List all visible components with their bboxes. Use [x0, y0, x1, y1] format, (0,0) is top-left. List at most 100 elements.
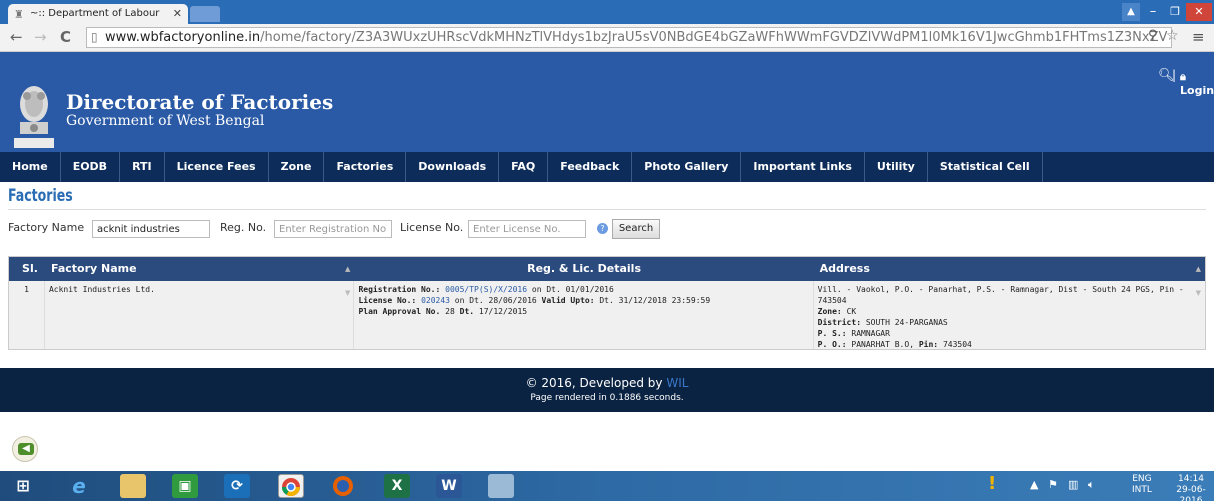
- browser-tab[interactable]: ♜ ~:: Department of Labour ✕: [8, 4, 188, 24]
- network-icon[interactable]: ▥: [1068, 478, 1078, 491]
- license-no-label: License No.: [400, 221, 464, 234]
- search-button[interactable]: Search: [612, 219, 660, 239]
- window-close-icon[interactable]: ✕: [1186, 3, 1212, 21]
- ps-line: P. S.: RAMNAGAR: [818, 328, 1201, 339]
- column-header-factory-name[interactable]: Factory Name ▲ ▼: [45, 257, 354, 297]
- clock[interactable]: 14:14 29-06-2016: [1168, 474, 1214, 501]
- license-link[interactable]: 020243: [421, 296, 450, 305]
- back-arrow-icon[interactable]: ←: [10, 28, 23, 46]
- district-label: District:: [817, 318, 862, 327]
- ps-value: RAMNAGAR: [851, 329, 890, 338]
- flag-icon[interactable]: ⚑: [1048, 478, 1058, 491]
- table-header: Sl. Factory Name ▲ ▼ Reg. & Lic. Details A…: [9, 257, 1205, 297]
- plan-no: 28: [445, 307, 455, 316]
- tray-arrow-icon[interactable]: ▲: [1030, 478, 1038, 491]
- lang-top: ENG: [1132, 474, 1152, 484]
- site-header: Directorate of Factories Government of W…: [0, 52, 1214, 152]
- nav-item-factories[interactable]: Factories: [324, 152, 407, 182]
- url-path: /home/factory/Z3A3WUxzUHRscVdkMHNzTlVHdy…: [260, 30, 1168, 45]
- plan-label: Plan Approval No.: [358, 307, 441, 316]
- zoom-icon[interactable]: ⚲: [1148, 28, 1158, 43]
- site-footer: © 2016, Developed by WIL Page rendered i…: [0, 368, 1214, 412]
- column-header-sl[interactable]: Sl.: [9, 257, 45, 281]
- minimize-icon[interactable]: –: [1142, 3, 1164, 21]
- table-row: 1 Acknit Industries Ltd. Registration No…: [9, 281, 1205, 349]
- license-line: License No.: 020243 on Dt. 28/06/2016 Va…: [358, 295, 808, 306]
- valid-date: 31/12/2018 23:59:59: [618, 296, 711, 305]
- volume-icon[interactable]: 🔈︎: [1088, 478, 1095, 492]
- registration-line: Registration No.: 0005/TP(S)/X/2016 on D…: [358, 284, 808, 295]
- user-icon[interactable]: ▲: [1122, 3, 1140, 21]
- language-indicator[interactable]: ENG INTL: [1132, 474, 1152, 496]
- reg-date: 01/01/2016: [565, 285, 614, 294]
- url-host: www.wbfactoryonline.in: [105, 30, 261, 45]
- close-tab-icon[interactable]: ✕: [173, 7, 182, 20]
- file-explorer-icon[interactable]: [120, 474, 146, 498]
- app-icon[interactable]: ⟳: [224, 474, 250, 498]
- nav-item-rti[interactable]: RTI: [120, 152, 165, 182]
- valid-dt-label: Dt.: [599, 296, 614, 305]
- column-label: Address: [819, 262, 870, 275]
- internet-explorer-icon[interactable]: e: [66, 474, 92, 498]
- reload-icon[interactable]: C: [60, 28, 71, 46]
- nav-item-licence-fees[interactable]: Licence Fees: [165, 152, 269, 182]
- nav-item-home[interactable]: Home: [0, 152, 61, 182]
- chrome-icon[interactable]: [278, 474, 304, 498]
- column-header-address[interactable]: Address ▲ ▼: [814, 257, 1205, 297]
- taskbar: ⊞ e ▣ ⟳ X W ! ▲ ⚑ ▥ 🔈︎ ENG INTL 14:14 29-0…: [0, 471, 1214, 501]
- column-header-reg-lic[interactable]: Reg. & Lic. Details: [354, 257, 813, 281]
- bookmark-star-icon[interactable]: ☆: [1166, 28, 1179, 44]
- pin-label: Pin:: [918, 340, 939, 349]
- state-emblem-icon: [14, 86, 54, 148]
- word-icon[interactable]: W: [436, 474, 462, 498]
- cell-reg-lic: Registration No.: 0005/TP(S)/X/2016 on D…: [354, 281, 814, 349]
- nav-item-important-links[interactable]: Important Links: [741, 152, 865, 182]
- nav-item-downloads[interactable]: Downloads: [406, 152, 500, 182]
- po-label: P. O.:: [817, 340, 847, 349]
- ps-label: P. S.:: [817, 329, 847, 338]
- po-value: PANARHAT B.O,: [851, 340, 915, 349]
- login-label: Login: [1180, 84, 1214, 97]
- help-icon[interactable]: ?: [597, 223, 608, 234]
- nav-item-utility[interactable]: Utility: [865, 152, 928, 182]
- plan-dt-label: Dt.: [459, 307, 475, 316]
- nav-item-faq[interactable]: FAQ: [499, 152, 549, 182]
- registration-link[interactable]: 0005/TP(S)/X/2016: [445, 285, 527, 294]
- nav-item-feedback[interactable]: Feedback: [548, 152, 633, 182]
- excel-icon[interactable]: X: [384, 474, 410, 498]
- column-label: Reg. & Lic. Details: [527, 262, 641, 275]
- sort-icon: ▲ ▼: [1195, 265, 1201, 297]
- forward-arrow-icon[interactable]: →: [34, 28, 47, 46]
- url-input[interactable]: ▯ www.wbfactoryonline.in/home/factory/Z3…: [86, 27, 1172, 48]
- app-window-icon[interactable]: [488, 474, 514, 498]
- lic-date: 28/06/2016: [488, 296, 537, 305]
- header-separator: |: [1172, 68, 1177, 82]
- factory-name-input[interactable]: [92, 220, 210, 238]
- restore-icon[interactable]: ❐: [1164, 3, 1186, 21]
- new-tab-button[interactable]: [190, 6, 220, 22]
- developer-link[interactable]: WIL: [666, 376, 688, 390]
- page-title: Factories: [8, 186, 73, 206]
- windows-start-icon[interactable]: ⊞: [10, 474, 36, 498]
- browser-tab-strip: ♜ ~:: Department of Labour ✕ ▲ – ❐ ✕: [0, 0, 1214, 24]
- nav-item-statistical-cell[interactable]: Statistical Cell: [928, 152, 1043, 182]
- firefox-icon[interactable]: [330, 474, 356, 498]
- reg-dt-label: on Dt.: [531, 285, 561, 294]
- browser-menu-icon[interactable]: ≡: [1192, 28, 1205, 46]
- nav-item-eodb[interactable]: EODB: [61, 152, 121, 182]
- warning-icon[interactable]: !: [988, 473, 996, 494]
- store-icon[interactable]: ▣: [172, 474, 198, 498]
- zone-label: Zone:: [817, 307, 842, 316]
- plan-date: 17/12/2015: [478, 307, 528, 316]
- nav-item-photo-gallery[interactable]: Photo Gallery: [632, 152, 742, 182]
- favicon-icon: ♜: [14, 8, 24, 21]
- reg-label: Registration No.:: [358, 285, 441, 294]
- reg-no-input[interactable]: [274, 220, 392, 238]
- go-back-icon[interactable]: ◀: [12, 436, 38, 462]
- cell-address: Vill. - Vaokol, P.O. - Panarhat, P.S. - …: [814, 281, 1205, 349]
- nav-item-zone[interactable]: Zone: [269, 152, 325, 182]
- lock-icon: 🔒︎: [1180, 70, 1186, 83]
- login-link[interactable]: 🔒︎Login: [1180, 70, 1214, 97]
- license-no-input[interactable]: [468, 220, 586, 238]
- factory-name-label: Factory Name: [8, 221, 85, 234]
